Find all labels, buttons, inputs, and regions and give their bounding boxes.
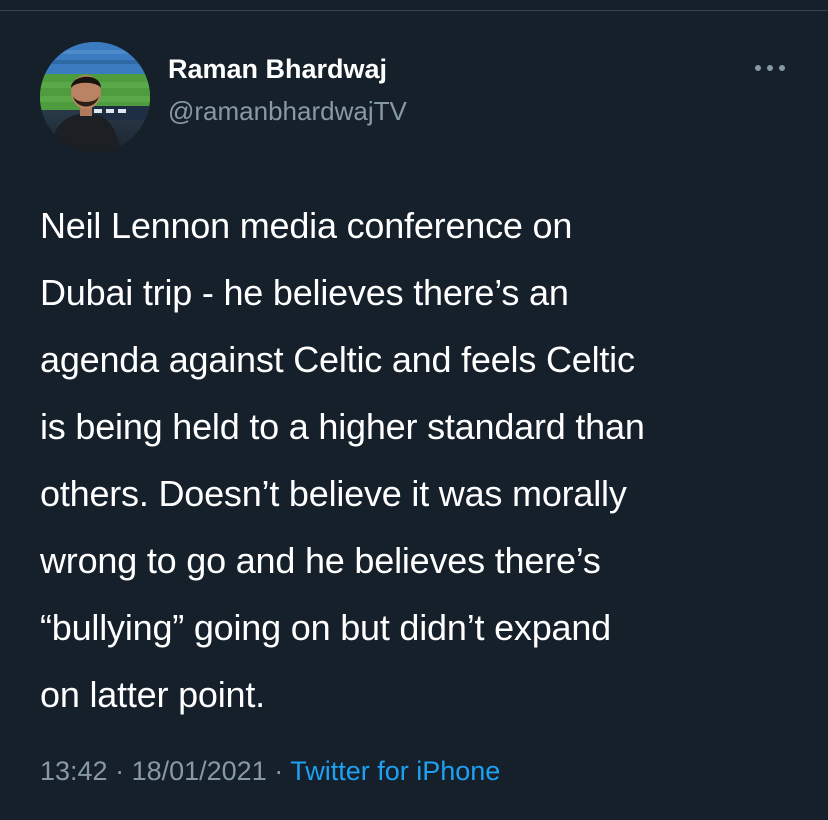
avatar-photo xyxy=(40,42,150,152)
meta-separator: · xyxy=(266,756,291,786)
tweet-meta: 13:42 · 18/01/2021 · Twitter for iPhone xyxy=(40,756,500,787)
tweet-text: Neil Lennon media conference on Dubai tr… xyxy=(40,205,645,715)
tweet-time: 13:42 xyxy=(40,756,108,786)
author-handle[interactable]: @ramanbhardwajTV xyxy=(168,96,407,127)
tweet-source-link[interactable]: Twitter for iPhone xyxy=(290,756,500,786)
more-horizontal-icon xyxy=(755,65,785,71)
top-divider xyxy=(0,10,828,11)
tweet-date: 18/01/2021 xyxy=(131,756,267,786)
more-options-button[interactable] xyxy=(750,54,790,82)
avatar[interactable] xyxy=(40,42,150,152)
author-name[interactable]: Raman Bhardwaj xyxy=(168,54,387,85)
meta-separator: · xyxy=(107,756,132,786)
